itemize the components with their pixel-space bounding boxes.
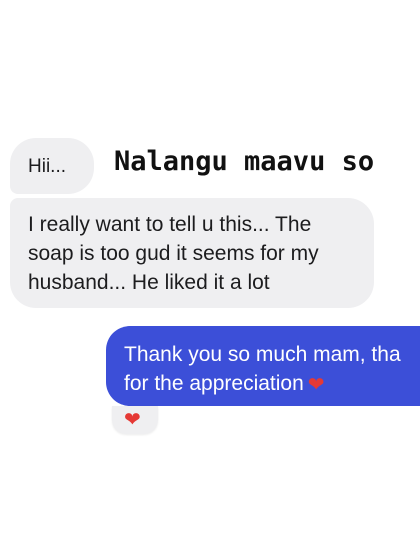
incoming-message-bubble[interactable]: Hii... [10,138,94,194]
message-line: Thank you so much mam, tha [124,343,401,366]
outgoing-message-bubble[interactable]: Thank you so much mam, tha for the appre… [106,326,420,406]
chat-screen: Hii... Nalangu maavu so I really want to… [0,0,420,560]
message-line: for the appreciation ❤ [124,369,420,400]
incoming-message-bubble[interactable]: I really want to tell u this... The soap… [10,198,374,308]
message-line: soap is too gud it seems for my [28,242,319,265]
message-line: I really want to tell u this... The [28,213,312,236]
heart-icon: ❤ [307,374,325,396]
heart-icon: ❤ [124,409,141,431]
message-reaction[interactable]: ❤ [112,406,158,434]
overlay-caption: Nalangu maavu so [114,146,375,177]
message-line: husband... He liked it a lot [28,271,270,294]
message-text: Hii... [28,156,66,177]
message-line-text: for the appreciation [124,372,304,395]
